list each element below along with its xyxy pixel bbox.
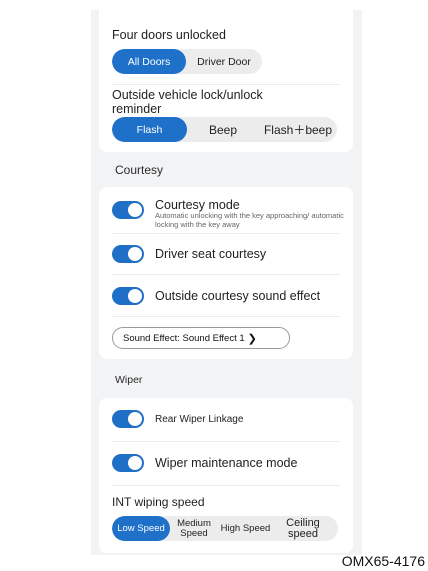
toggle-knob — [128, 456, 142, 470]
option-medium-speed[interactable]: Medium Speed — [170, 516, 218, 541]
wiper-section-label: Wiper — [115, 374, 143, 386]
option-ceiling-speed[interactable]: Ceiling speed — [273, 516, 333, 541]
wiper-maintenance-label: Wiper maintenance mode — [155, 456, 298, 470]
toggle-knob — [128, 247, 142, 261]
sound-effect-button-label: Sound Effect: Sound Effect 1 — [123, 332, 245, 344]
sound-effect-button[interactable]: Sound Effect: Sound Effect 1 ❯ — [112, 327, 290, 349]
courtesy-card: Courtesy mode Automatic unlocking with t… — [99, 187, 353, 359]
driver-seat-courtesy-toggle[interactable] — [112, 245, 144, 263]
outside-sound-effect-label: Outside courtesy sound effect — [155, 289, 321, 303]
settings-screen: Four doors unlocked All Doors Driver Doo… — [91, 10, 362, 555]
chevron-right-icon: ❯ — [247, 332, 257, 345]
toggle-knob — [128, 412, 142, 426]
option-low-speed[interactable]: Low Speed — [112, 516, 170, 541]
option-driver-door[interactable]: Driver Door — [186, 49, 262, 74]
toggle-knob — [128, 289, 142, 303]
option-flash-beep[interactable]: Flash＋beep — [259, 117, 337, 142]
option-beep[interactable]: Beep — [187, 117, 259, 142]
int-wiping-speed-segmented: Low Speed Medium Speed High Speed Ceilin… — [112, 516, 338, 541]
divider — [112, 274, 340, 275]
lock-settings-card: Four doors unlocked All Doors Driver Doo… — [99, 10, 353, 152]
outside-sound-effect-toggle[interactable] — [112, 287, 144, 305]
lock-reminder-segmented: Flash Beep Flash＋beep — [112, 117, 337, 142]
divider — [112, 441, 340, 442]
divider — [112, 485, 340, 486]
wiper-maintenance-toggle[interactable] — [112, 454, 144, 472]
courtesy-mode-description: Automatic unlocking with the key approac… — [155, 211, 344, 229]
option-all-doors[interactable]: All Doors — [112, 49, 186, 74]
courtesy-mode-toggle[interactable] — [112, 201, 144, 219]
four-doors-title: Four doors unlocked — [112, 28, 226, 42]
wiper-card: Rear Wiper Linkage Wiper maintenance mod… — [99, 398, 353, 553]
int-wiping-speed-title: INT wiping speed — [112, 495, 205, 509]
courtesy-section-label: Courtesy — [115, 163, 164, 177]
divider — [112, 316, 340, 317]
lock-reminder-title: Outside vehicle lock/unlock reminder — [112, 88, 263, 116]
option-flash[interactable]: Flash — [112, 117, 187, 142]
courtesy-mode-label: Courtesy mode — [155, 198, 240, 212]
divider — [112, 233, 340, 234]
toggle-knob — [128, 203, 142, 217]
rear-wiper-linkage-label: Rear Wiper Linkage — [155, 414, 244, 425]
document-code: OMX65-4176 — [341, 553, 425, 569]
divider — [112, 84, 340, 85]
rear-wiper-linkage-toggle[interactable] — [112, 410, 144, 428]
driver-seat-courtesy-label: Driver seat courtesy — [155, 247, 267, 261]
four-doors-segmented: All Doors Driver Door — [112, 49, 262, 74]
option-high-speed[interactable]: High Speed — [218, 516, 273, 541]
